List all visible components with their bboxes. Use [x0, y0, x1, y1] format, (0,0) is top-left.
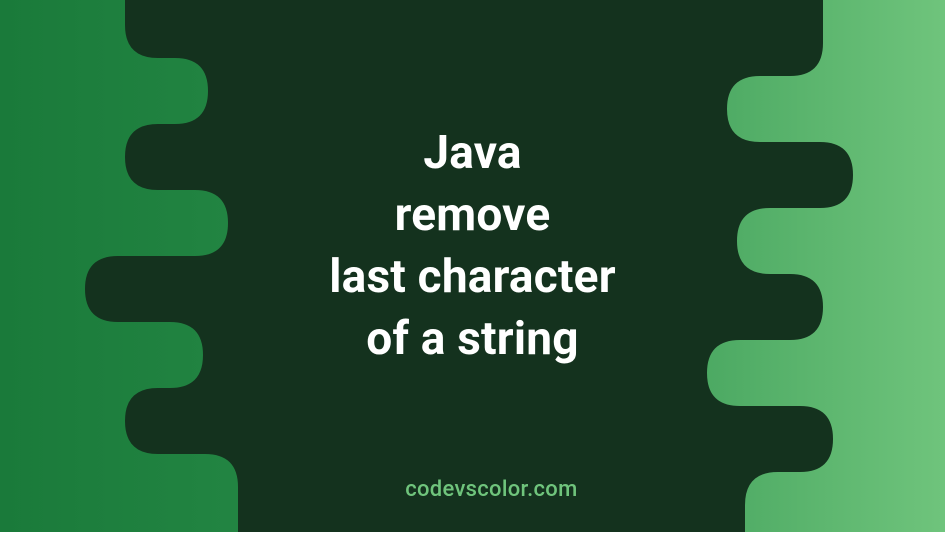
hero-banner: Java remove last character of a string c…: [0, 0, 945, 532]
watermark: codevscolor.com: [405, 477, 577, 502]
title-line-1: Java: [329, 122, 616, 184]
title-line-3: last character: [329, 246, 616, 308]
title: Java remove last character of a string: [329, 122, 616, 370]
title-line-2: remove: [329, 184, 616, 246]
title-line-4: of a string: [329, 308, 616, 370]
